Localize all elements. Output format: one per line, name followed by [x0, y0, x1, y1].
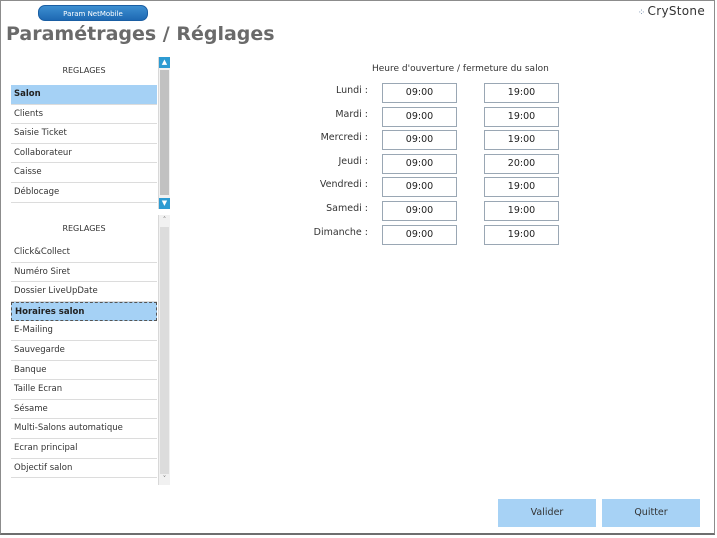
day-row: Vendredi : 09:00 19:00	[300, 177, 630, 198]
logo-icon: ⁘	[637, 8, 646, 18]
list-item[interactable]: Sésame	[11, 400, 157, 420]
list-item[interactable]: Saisie Ticket	[11, 124, 157, 144]
closing-time-field[interactable]: 19:00	[484, 201, 559, 221]
opening-time-field[interactable]: 09:00	[382, 153, 457, 174]
opening-time-field[interactable]: 09:00	[382, 83, 457, 103]
list-item[interactable]: Taille Ecran	[11, 380, 157, 400]
closing-time-field[interactable]: 19:00	[484, 224, 559, 245]
list-item[interactable]: Click&Collect	[11, 243, 157, 263]
day-row: Mardi : 09:00 19:00	[300, 106, 630, 127]
list-header: REGLAGES	[62, 224, 106, 233]
param-netmobile-button[interactable]: Param NetMobile	[38, 5, 148, 21]
list-item[interactable]: Dossier LiveUpDate	[11, 282, 157, 302]
list-item[interactable]: Caisse	[11, 163, 157, 183]
validate-button[interactable]: Valider	[498, 499, 596, 527]
day-row: Dimanche : 09:00 19:00	[300, 224, 630, 245]
settings-list-bottom: REGLAGES Click&Collect Numéro Siret Dossie…	[11, 215, 170, 485]
scroll-down-icon[interactable]: ▼	[159, 198, 170, 209]
day-label: Mercredi :	[320, 132, 368, 144]
list-item[interactable]: Banque	[11, 361, 157, 381]
brand-name: CryStone	[647, 4, 705, 18]
day-label: Dimanche :	[313, 226, 368, 238]
day-row: Mercredi : 09:00 19:00	[300, 130, 630, 151]
scroll-up-icon[interactable]: ˄	[159, 215, 170, 226]
closing-time-field[interactable]: 19:00	[484, 130, 559, 151]
list-item[interactable]: Salon	[11, 85, 157, 105]
opening-hours-title: Heure d'ouverture / fermeture du salon	[372, 64, 549, 74]
closing-time-field[interactable]: 19:00	[484, 106, 559, 127]
opening-time-field[interactable]: 09:00	[382, 106, 457, 127]
list-item[interactable]: Ecran principal	[11, 439, 157, 459]
quit-button[interactable]: Quitter	[602, 499, 700, 527]
scroll-down-icon[interactable]: ˅	[159, 474, 170, 485]
opening-time-field[interactable]: 09:00	[382, 201, 457, 221]
list-item[interactable]: E-Mailing	[11, 321, 157, 341]
list-item[interactable]: Déblocage	[11, 183, 157, 203]
closing-time-field[interactable]: 19:00	[484, 177, 559, 198]
scrollbar[interactable]: ▲ ▼	[158, 57, 170, 209]
scroll-thumb[interactable]	[160, 70, 169, 195]
scroll-up-icon[interactable]: ▲	[159, 57, 170, 68]
crystone-logo: ⁘ CryStone	[638, 4, 705, 18]
day-label: Mardi :	[335, 108, 368, 120]
list-item[interactable]: Collaborateur	[11, 144, 157, 164]
opening-time-field[interactable]: 09:00	[382, 224, 457, 245]
list-item[interactable]: Multi-Salons automatique	[11, 419, 157, 439]
day-row: Lundi : 09:00 19:00	[300, 83, 630, 103]
scrollbar[interactable]: ˄ ˅	[158, 215, 170, 485]
day-row: Samedi : 09:00 19:00	[300, 201, 630, 221]
settings-list-top: REGLAGES Salon Clients Saisie Ticket Collab…	[11, 57, 170, 209]
list-item[interactable]: Objectif salon	[11, 459, 157, 479]
day-label: Lundi :	[335, 85, 368, 96]
opening-time-field[interactable]: 09:00	[382, 177, 457, 198]
closing-time-field[interactable]: 20:00	[484, 153, 559, 174]
day-label: Samedi :	[326, 203, 368, 214]
list-header: REGLAGES	[62, 66, 106, 75]
list-item[interactable]: Clients	[11, 105, 157, 125]
day-label: Vendredi :	[319, 179, 368, 191]
page-title: Paramétrages / Réglages	[6, 23, 275, 45]
list-item[interactable]: Sauvegarde	[11, 341, 157, 361]
day-row: Jeudi : 09:00 20:00	[300, 153, 630, 174]
list-item[interactable]: Numéro Siret	[11, 263, 157, 283]
opening-time-field[interactable]: 09:00	[382, 130, 457, 151]
day-label: Jeudi :	[338, 155, 368, 167]
closing-time-field[interactable]: 19:00	[484, 83, 559, 103]
list-item[interactable]: Horaires salon	[11, 301, 157, 322]
scroll-thumb[interactable]	[160, 227, 169, 475]
